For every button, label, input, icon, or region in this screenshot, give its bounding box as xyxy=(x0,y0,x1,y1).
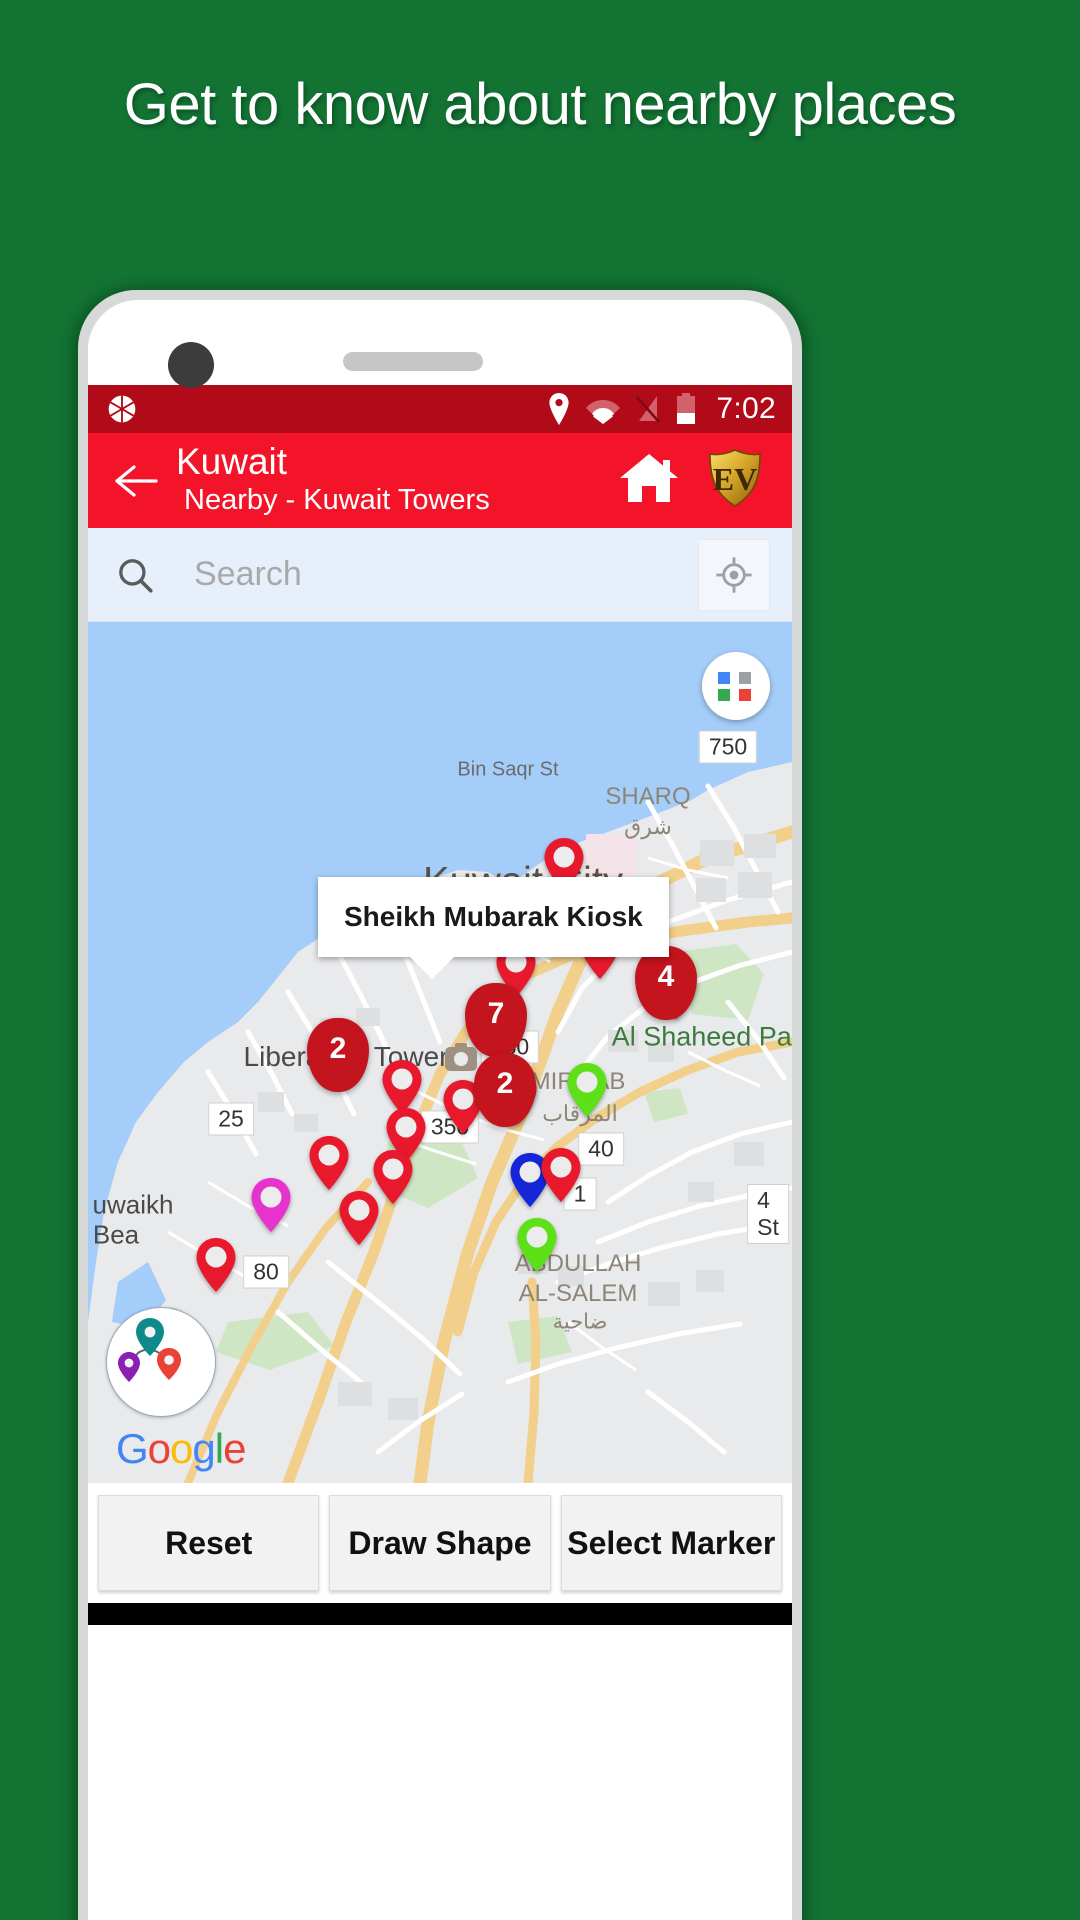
my-location-icon xyxy=(716,556,752,593)
map-label: Al Shaheed Park xyxy=(611,1021,792,1052)
svg-text:EV: EV xyxy=(713,461,757,497)
status-bar: 7:02 xyxy=(88,385,792,433)
android-navigation-bar xyxy=(88,1603,792,1625)
phone-frame: 7:02 Kuwait Nearby - Kuwait Towers EV Se… xyxy=(78,290,802,1920)
grid-square-red xyxy=(738,688,751,701)
search-icon xyxy=(119,558,153,593)
map-type-button[interactable] xyxy=(702,652,770,720)
map-label: AL-SALEM xyxy=(518,1280,638,1307)
ev-shield-logo-icon: EV xyxy=(709,449,761,507)
app-bar: Kuwait Nearby - Kuwait Towers EV xyxy=(88,433,792,528)
status-bar-clock: 7:02 xyxy=(716,392,776,425)
select-marker-button[interactable]: Select Marker xyxy=(560,1495,782,1591)
map-label: ضاحية xyxy=(552,1310,608,1334)
three-pins-icon xyxy=(118,1318,181,1382)
grid-square-green xyxy=(718,688,730,701)
back-button[interactable] xyxy=(108,461,166,501)
pin-icon xyxy=(541,1148,581,1202)
road-shield: 750 xyxy=(698,730,758,764)
grid-square-grey xyxy=(738,671,751,684)
map-cluster-marker[interactable]: 2 xyxy=(307,1018,369,1092)
map-label: Bin Saqr St xyxy=(457,758,559,781)
status-bar-system-icons: 7:02 xyxy=(546,392,776,426)
app-bar-actions: EV xyxy=(618,448,770,513)
home-button[interactable] xyxy=(618,450,680,511)
photo-poi-icon[interactable] xyxy=(444,1042,478,1072)
cluster-count: 2 xyxy=(474,1053,536,1127)
pin-icon xyxy=(567,1063,607,1117)
search-bar[interactable]: Search xyxy=(88,528,792,622)
status-bar-notification-icons xyxy=(106,393,138,425)
wifi-icon xyxy=(586,399,621,424)
search-input[interactable]: Search xyxy=(156,555,698,594)
google-attribution-logo: Google xyxy=(116,1425,246,1472)
map-cluster-marker[interactable]: 4 xyxy=(635,946,697,1020)
battery-icon xyxy=(677,393,696,424)
pin-icon xyxy=(251,1178,291,1232)
app-bar-titles: Kuwait Nearby - Kuwait Towers xyxy=(166,440,618,518)
road-shield: 25 xyxy=(208,1102,254,1136)
promo-headline: Get to know about nearby places xyxy=(123,72,957,137)
promo-screenshot: Get to know about nearby places 7:02 Kuw… xyxy=(0,0,1080,1920)
my-location-button[interactable] xyxy=(698,538,770,611)
back-arrow-icon xyxy=(115,464,158,497)
map-label: Bea xyxy=(92,1219,140,1250)
camera-shutter-icon xyxy=(108,395,136,423)
phone-bezel-top xyxy=(88,300,792,388)
map-view[interactable]: Kuwait Cityمدينة الكويتSHARQشرقMIRQABالم… xyxy=(88,622,792,1483)
cluster-count: 4 xyxy=(635,946,697,1020)
pin-icon xyxy=(309,1136,349,1190)
map-label: SHARQ xyxy=(605,783,691,810)
reset-button[interactable]: Reset xyxy=(98,1495,320,1591)
map-label: شرق xyxy=(624,814,672,839)
bottom-action-bar: Reset Draw Shape Select Marker xyxy=(88,1483,792,1603)
signal-off-icon xyxy=(636,396,661,423)
draw-shape-button[interactable]: Draw Shape xyxy=(329,1495,551,1591)
cluster-count: 2 xyxy=(307,1018,369,1092)
search-placeholder: Search xyxy=(194,555,302,593)
map-label: uwaikh xyxy=(92,1189,174,1220)
road-shield: 40 xyxy=(578,1132,624,1166)
phone-screen: 7:02 Kuwait Nearby - Kuwait Towers EV Se… xyxy=(88,300,792,1920)
map-info-window[interactable]: Sheikh Mubarak Kiosk xyxy=(318,877,669,979)
app-logo-button[interactable]: EV xyxy=(706,448,764,513)
map-cluster-marker[interactable]: 2 xyxy=(474,1053,536,1127)
home-icon xyxy=(620,454,678,502)
info-window-title: Sheikh Mubarak Kiosk xyxy=(344,901,643,932)
earpiece-speaker xyxy=(343,352,483,371)
road-shield: 4 St xyxy=(747,1184,789,1244)
page-subtitle: Nearby - Kuwait Towers xyxy=(184,483,490,516)
road-shield: 80 xyxy=(243,1255,289,1289)
map-pins-badge[interactable] xyxy=(106,1307,216,1417)
pin-icon xyxy=(196,1238,236,1292)
pin-icon xyxy=(517,1218,557,1272)
front-camera-icon xyxy=(168,342,214,388)
pin-icon xyxy=(339,1191,379,1245)
page-title: Kuwait xyxy=(176,440,288,482)
location-icon xyxy=(549,393,570,425)
grid-square-blue xyxy=(718,671,730,684)
